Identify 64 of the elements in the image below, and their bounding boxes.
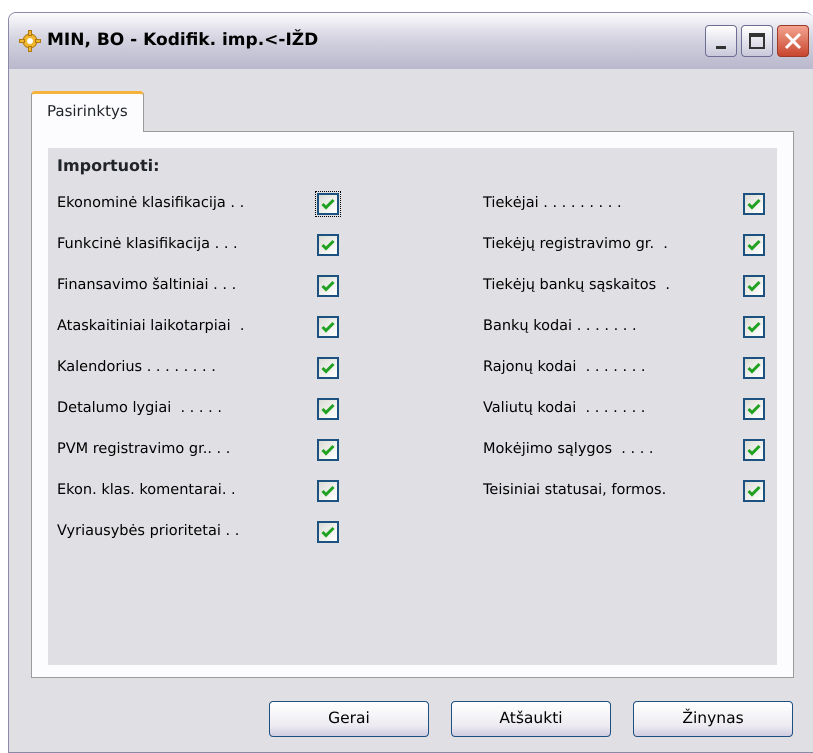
- checkbox[interactable]: [315, 314, 341, 340]
- option-label: Tiekėjai . . . . . . . . .: [483, 194, 623, 214]
- option-label: Tiekėjų registravimo gr. .: [483, 235, 669, 254]
- check-icon: [747, 444, 761, 456]
- close-icon: [783, 31, 803, 51]
- checkbox[interactable]: [741, 314, 767, 340]
- option-label: Finansavimo šaltiniai . . .: [57, 276, 238, 296]
- checkbox[interactable]: [741, 273, 767, 299]
- check-icon: [747, 239, 761, 251]
- check-icon: [321, 485, 335, 497]
- check-icon: [747, 321, 761, 333]
- check-icon: [321, 321, 335, 333]
- option-label: Ataskaitiniai laikotarpiai .: [57, 317, 246, 336]
- option-label: PVM registravimo gr.. . .: [57, 440, 232, 460]
- option-label: Vyriausybės prioritetai . .: [57, 522, 240, 542]
- checkbox[interactable]: [315, 478, 341, 504]
- option-label: Funkcinė klasifikacija . . .: [57, 235, 239, 254]
- checkbox[interactable]: [315, 437, 341, 463]
- option-label: Detalumo lygiai . . . . .: [57, 399, 223, 418]
- option-label: Rajonų kodai . . . . . . .: [483, 358, 647, 378]
- option-label: Ekon. klas. komentarai. .: [57, 481, 237, 500]
- option-label: Tiekėjų bankų sąskaitos .: [483, 276, 671, 296]
- check-icon: [321, 403, 335, 415]
- checkbox[interactable]: [315, 232, 341, 258]
- checkbox[interactable]: [741, 437, 767, 463]
- check-icon: [321, 239, 335, 251]
- window-title: MIN, BO - Kodifik. imp.<-IŽD: [47, 28, 318, 52]
- tab[interactable]: Pasirinktys: [31, 91, 144, 132]
- option-label: Valiutų kodai . . . . . . .: [483, 399, 646, 418]
- check-icon: [747, 403, 761, 415]
- dialog-button[interactable]: Gerai: [269, 700, 429, 736]
- checkbox[interactable]: [315, 191, 341, 217]
- group-heading: Importuoti:: [57, 154, 161, 176]
- checkbox[interactable]: [741, 478, 767, 504]
- check-icon: [747, 485, 761, 497]
- maximize-icon: [748, 32, 766, 50]
- check-icon: [747, 198, 761, 210]
- option-label: Teisiniai statusai, formos.: [483, 481, 668, 500]
- gear-icon: [19, 30, 41, 52]
- maximize-button[interactable]: [741, 25, 773, 57]
- option-label: Ekonominė klasifikacija . .: [57, 194, 246, 214]
- option-label: Bankų kodai . . . . . . .: [483, 317, 638, 336]
- check-icon: [321, 444, 335, 456]
- minimize-icon: [716, 46, 726, 48]
- dialog-button[interactable]: Žinynas: [633, 700, 793, 736]
- checkbox[interactable]: [315, 355, 341, 381]
- option-label: Kalendorius . . . . . . . .: [57, 358, 217, 378]
- checkbox[interactable]: [741, 191, 767, 217]
- checkbox[interactable]: [315, 519, 341, 545]
- checkbox[interactable]: [741, 355, 767, 381]
- check-icon: [321, 198, 335, 210]
- checkbox[interactable]: [741, 396, 767, 422]
- checkbox[interactable]: [315, 396, 341, 422]
- check-icon: [321, 280, 335, 292]
- checkbox[interactable]: [315, 273, 341, 299]
- option-label: Mokėjimo sąlygos . . . .: [483, 440, 655, 460]
- checkbox[interactable]: [741, 232, 767, 258]
- check-icon: [321, 362, 335, 374]
- dialog-button[interactable]: Atšaukti: [451, 700, 611, 736]
- check-icon: [747, 280, 761, 292]
- check-icon: [747, 362, 761, 374]
- minimize-button[interactable]: [705, 25, 737, 57]
- close-button[interactable]: [777, 25, 809, 57]
- check-icon: [321, 526, 335, 538]
